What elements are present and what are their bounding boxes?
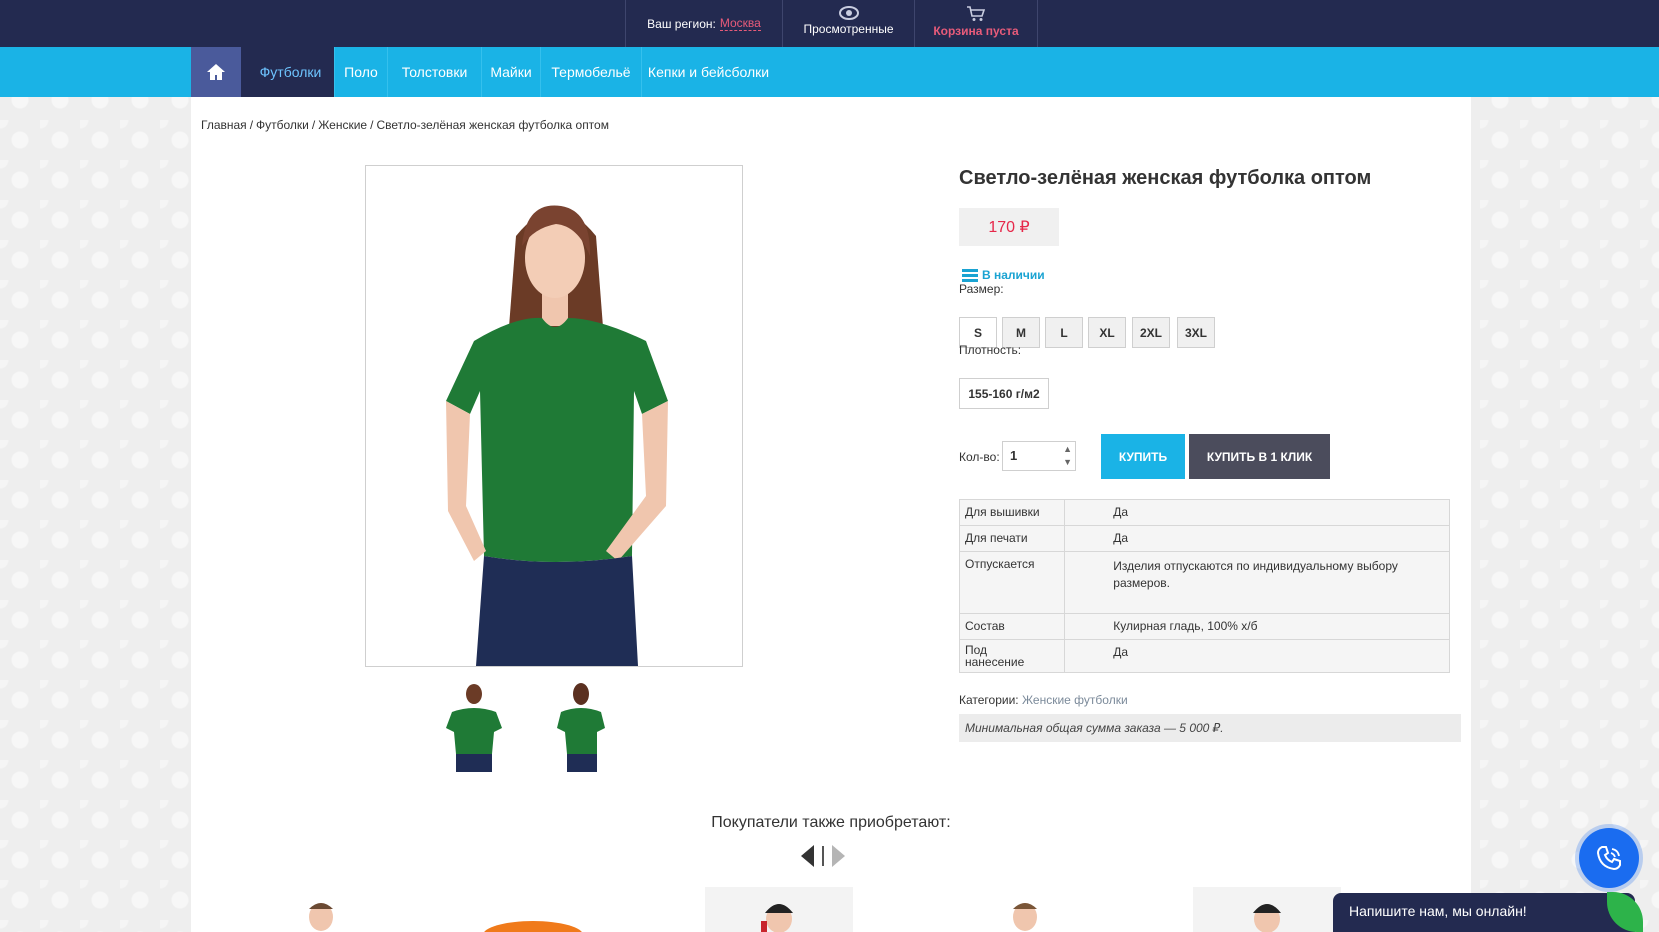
carousel-divider [822, 846, 824, 866]
stock-list-icon [962, 268, 978, 282]
breadcrumb-home[interactable]: Главная [201, 118, 247, 132]
property-value: Да [1064, 639, 1450, 673]
density-option[interactable]: 155-160 г/м2 [959, 378, 1049, 409]
property-key: Для вышивки [958, 499, 1066, 526]
online-chat-bar[interactable]: Напишите нам, мы онлайн! [1333, 892, 1643, 932]
buy-one-click-button[interactable]: КУПИТЬ В 1 КЛИК [1189, 434, 1330, 479]
product-price: 170 ₽ [959, 208, 1059, 246]
product-title: Светло-зелёная женская футболка оптом [959, 167, 1372, 189]
stock-status: В наличии [962, 268, 1045, 282]
quantity-value: 1 [1010, 448, 1018, 463]
nav-item-maiki[interactable]: Майки [481, 47, 540, 97]
property-value: Изделия отпускаются по индивидуальному в… [1064, 551, 1450, 614]
breadcrumb-futbolki[interactable]: Футболки [256, 118, 309, 132]
region-selector[interactable]: Ваш регион: Москва [625, 0, 782, 47]
stock-label: В наличии [982, 268, 1045, 282]
categories-label: Категории: [959, 693, 1019, 707]
table-row: Состав Кулирная гладь, 100% х/б [958, 613, 1450, 640]
size-option-3xl[interactable]: 3XL [1177, 317, 1215, 348]
breadcrumb-zhenskie[interactable]: Женские [318, 118, 367, 132]
thumbnail-front-image [446, 684, 502, 772]
phone-icon [1596, 846, 1621, 871]
chat-status-leaf-icon [1607, 892, 1643, 932]
viewed-products-link[interactable]: Просмотренные [782, 0, 914, 47]
size-option-2xl[interactable]: 2XL [1132, 317, 1170, 348]
nav-item-termobelie[interactable]: Термобельё [540, 47, 641, 97]
top-bar: Ваш регион: Москва Просмотренные Корзина… [0, 0, 1659, 47]
min-order-notice: Минимальная общая сумма заказа — 5 000 ₽… [959, 714, 1461, 742]
breadcrumb-current: Светло-зелёная женская футболка оптом [376, 118, 609, 132]
category-link[interactable]: Женские футболки [1022, 693, 1128, 707]
main-nav: Футболки Поло Толстовки Майки Термобельё… [0, 47, 1659, 97]
callback-button[interactable] [1579, 828, 1639, 888]
product-main-image[interactable] [365, 165, 743, 667]
nav-item-polo[interactable]: Поло [334, 47, 387, 97]
quantity-input[interactable]: 1 ▲ ▼ [1002, 441, 1076, 471]
property-value: Кулирная гладь, 100% х/б [1064, 613, 1450, 640]
carousel-arrows [801, 845, 845, 867]
table-row: Для печати Да [958, 525, 1450, 552]
related-product-card[interactable] [951, 887, 1099, 932]
quantity-label: Кол-во: [959, 450, 1000, 464]
quantity-stepper[interactable]: ▲ ▼ [1063, 443, 1072, 469]
property-value: Да [1064, 499, 1450, 526]
content-area: Главная / Футболки / Женские / Светло-зелёная … [191, 97, 1471, 932]
related-product-image [309, 903, 333, 931]
table-row: Отпускается Изделия отпускаются по индив… [958, 551, 1450, 614]
table-row: Для вышивки Да [958, 499, 1450, 526]
categories-line: Категории: Женские футболки [959, 693, 1128, 707]
carousel-prev-icon[interactable] [801, 845, 814, 867]
property-value: Да [1064, 525, 1450, 552]
region-city-link[interactable]: Москва [719, 16, 761, 31]
property-key: Под нанесение [958, 639, 1066, 673]
nav-home-button[interactable] [191, 47, 253, 97]
carousel-next-icon[interactable] [832, 845, 845, 867]
product-properties-table: Для вышивки Да Для печати Да Отпускается… [958, 499, 1450, 673]
eye-icon [838, 6, 859, 20]
cart-label: Корзина пуста [933, 24, 1019, 38]
buy-button[interactable]: КУПИТЬ [1101, 434, 1185, 479]
property-key: Отпускается [958, 551, 1066, 614]
also-bought-title: Покупатели также приобретают: [711, 814, 951, 831]
related-product-image [484, 921, 582, 932]
nav-item-kepki[interactable]: Кепки и бейсболки [641, 47, 775, 97]
thumbnail-front[interactable] [428, 682, 520, 772]
cart-icon [967, 6, 986, 21]
home-icon [207, 64, 225, 80]
property-key: Состав [958, 613, 1066, 640]
related-product-card[interactable] [247, 887, 395, 932]
thumbnail-back-image [557, 683, 605, 772]
related-product-image [1013, 903, 1037, 931]
chat-label: Напишите нам, мы онлайн! [1349, 903, 1527, 919]
cart-link[interactable]: Корзина пуста [914, 0, 1038, 47]
viewed-label: Просмотренные [803, 22, 894, 36]
density-label: Плотность: [959, 343, 1022, 357]
breadcrumb: Главная / Футболки / Женские / Светло-зелёная … [201, 118, 609, 132]
related-product-card[interactable] [459, 887, 607, 932]
size-option-l[interactable]: L [1045, 317, 1083, 348]
table-row: Под нанесение Да [958, 639, 1450, 673]
nav-item-futbolki[interactable]: Футболки [241, 47, 334, 97]
related-product-image [761, 904, 793, 932]
related-product-image [1253, 904, 1281, 932]
size-option-xl[interactable]: XL [1088, 317, 1126, 348]
region-label: Ваш регион: [647, 16, 716, 31]
related-product-card[interactable] [705, 887, 853, 932]
size-label: Размер: [959, 282, 1004, 296]
nav-item-tolstovki[interactable]: Толстовки [387, 47, 481, 97]
thumbnail-back[interactable] [535, 682, 627, 772]
model-in-green-tshirt-image [366, 166, 742, 666]
property-key: Для печати [958, 525, 1066, 552]
related-product-card[interactable] [1193, 887, 1341, 932]
